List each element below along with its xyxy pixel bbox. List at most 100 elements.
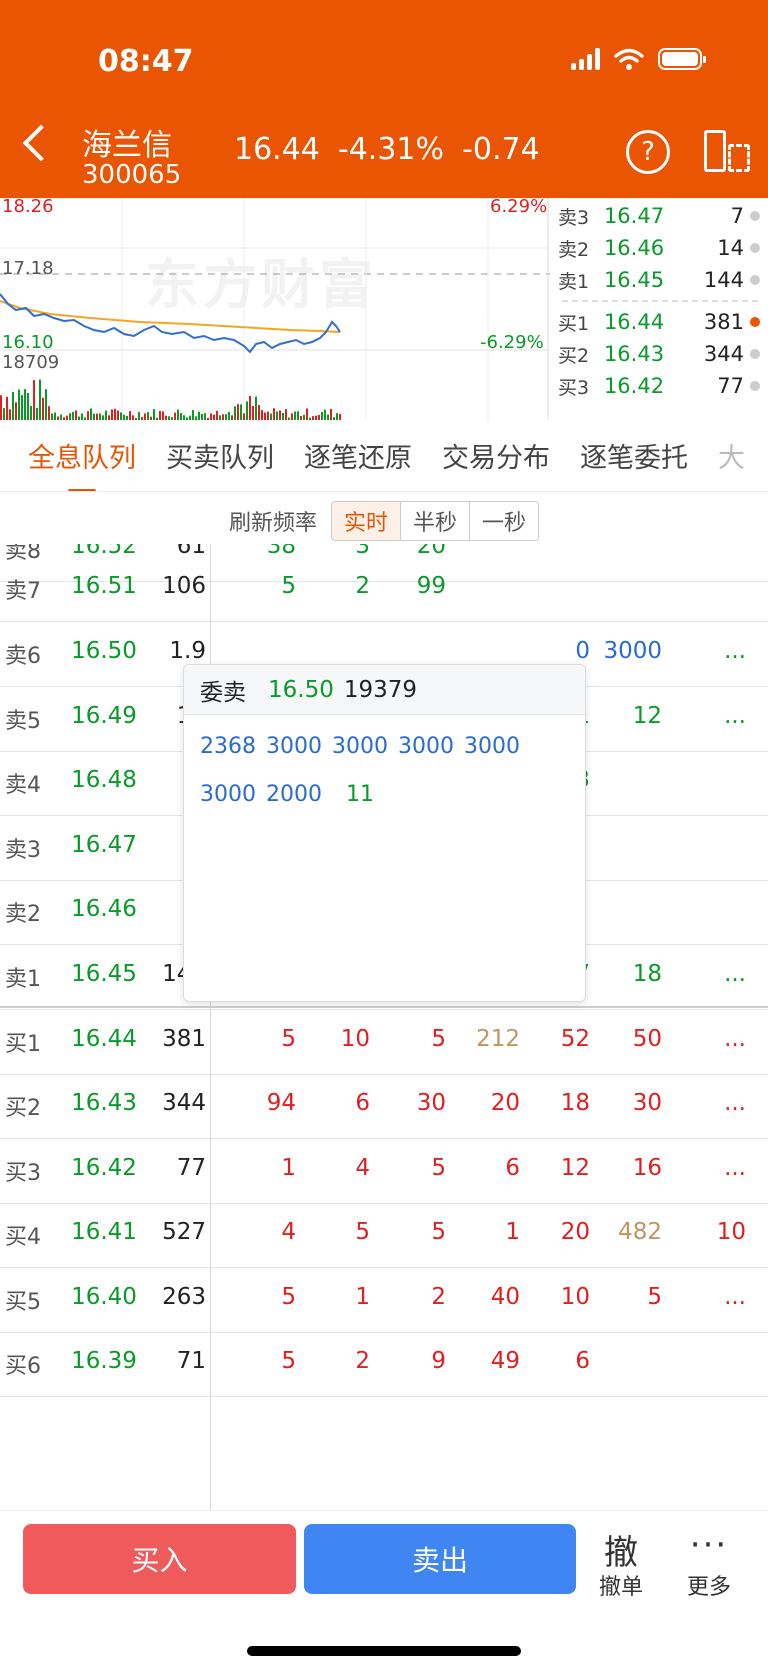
queue-order[interactable]: 9 [386, 1348, 446, 1374]
queue-order[interactable]: 4 [310, 1155, 370, 1181]
book-price: 16.46 [603, 236, 665, 260]
queue-order[interactable]: ... [686, 1284, 746, 1310]
queue-order[interactable]: 5 [236, 573, 296, 599]
book-row[interactable]: 买1 16.44 381 [552, 306, 768, 338]
tab-5[interactable]: 大 [718, 436, 745, 475]
queue-order[interactable]: ... [686, 1090, 746, 1116]
volume-bar [216, 410, 218, 420]
book-label: 买3 [558, 376, 590, 399]
tab-1[interactable]: 买卖队列 [166, 436, 274, 475]
layout-switch-icon[interactable] [704, 130, 750, 172]
queue-order[interactable]: ... [686, 1026, 746, 1052]
intraday-chart[interactable]: 东方财富 18.26 6.29% 17.18 16.10 -6.29% 1870… [0, 198, 550, 420]
queue-order[interactable]: 10 [530, 1284, 590, 1310]
refresh-option-2[interactable]: 一秒 [470, 502, 538, 540]
queue-order[interactable]: ... [686, 1155, 746, 1181]
sell-button[interactable]: 卖出 [304, 1524, 576, 1594]
queue-order[interactable]: 5 [236, 1284, 296, 1310]
queue-order[interactable]: 0 [530, 638, 590, 664]
queue-row[interactable]: 卖7 16.51 106 5 2 99 [0, 554, 768, 622]
sell-orders-popup[interactable]: 委卖 16.50 19379 2368 3000 3000 3000 3000 3000 2… [183, 664, 586, 1002]
queue-order[interactable]: 50 [602, 1026, 662, 1052]
buy-button[interactable]: 买入 [23, 1524, 296, 1594]
queue-order[interactable]: 12 [602, 703, 662, 729]
queue-order[interactable]: 10 [310, 1026, 370, 1052]
book-row[interactable]: 卖1 16.45 144 [552, 264, 768, 296]
more-button[interactable]: ··· 更多 [664, 1525, 754, 1601]
tab-4[interactable]: 逐笔委托 [580, 436, 688, 475]
queue-order[interactable]: 6 [310, 1090, 370, 1116]
queue-order[interactable]: 5 [386, 1155, 446, 1181]
cancel-order-button[interactable]: 撤 撤单 [576, 1525, 666, 1601]
queue-order[interactable]: 6 [460, 1155, 520, 1181]
queue-order[interactable]: 94 [236, 1090, 296, 1116]
queue-order[interactable]: 52 [530, 1026, 590, 1052]
queue-order[interactable]: 40 [460, 1284, 520, 1310]
book-row[interactable]: 卖3 16.47 7 [552, 200, 768, 232]
queue-order[interactable]: 2 [310, 1348, 370, 1374]
queue-order[interactable]: 5 [236, 1348, 296, 1374]
queue-row[interactable]: 买4 16.41 527 4 5 5 1 20 482 10 [0, 1200, 768, 1268]
volume-bar [282, 412, 284, 420]
back-icon[interactable] [22, 124, 60, 162]
queue-order[interactable]: ... [686, 638, 746, 664]
queue-order[interactable]: 20 [460, 1090, 520, 1116]
queue-order[interactable]: 16 [602, 1155, 662, 1181]
queue-order[interactable]: 6 [530, 1348, 590, 1374]
queue-order[interactable]: 5 [236, 1026, 296, 1052]
book-row[interactable]: 买2 16.43 344 [552, 338, 768, 370]
volume-bar [336, 413, 338, 420]
home-indicator[interactable] [247, 1646, 521, 1656]
queue-row[interactable]: 买1 16.44 381 5 10 5 212 52 50... [0, 1007, 768, 1075]
queue-price: 16.39 [71, 1348, 137, 1374]
queue-order[interactable]: 18 [530, 1090, 590, 1116]
queue-row[interactable]: 买2 16.43 344 94 6 30 20 18 30... [0, 1071, 768, 1139]
queue-price: 16.40 [71, 1284, 137, 1310]
queue-row[interactable]: 买5 16.40 263 5 1 2 40 10 5... [0, 1265, 768, 1333]
queue-order[interactable]: 5 [602, 1284, 662, 1310]
queue-order[interactable]: 5 [386, 1219, 446, 1245]
help-icon[interactable]: ? [626, 130, 670, 174]
refresh-option-1[interactable]: 半秒 [401, 502, 471, 540]
tab-0[interactable]: 全息队列 [28, 436, 136, 491]
volume-bar [255, 396, 257, 420]
queue-order[interactable]: 12 [530, 1155, 590, 1181]
queue-order[interactable]: 1 [310, 1284, 370, 1310]
refresh-options: 实时 半秒 一秒 [330, 501, 540, 541]
queue-order[interactable]: 10 [686, 1219, 746, 1245]
queue-order[interactable]: 49 [460, 1348, 520, 1374]
volume-bar [324, 409, 326, 420]
queue-order[interactable]: 1 [236, 1155, 296, 1181]
queue-order[interactable]: 5 [386, 1026, 446, 1052]
volume-bar [105, 410, 107, 420]
queue-order[interactable]: 99 [386, 573, 446, 599]
queue-order[interactable]: 212 [460, 1026, 520, 1052]
queue-order[interactable]: 3000 [602, 638, 662, 664]
book-row[interactable]: 卖2 16.46 14 [552, 232, 768, 264]
tab-3[interactable]: 交易分布 [442, 436, 550, 475]
chart-high: 18.26 [2, 198, 54, 217]
queue-order[interactable]: 4 [236, 1219, 296, 1245]
refresh-option-0[interactable]: 实时 [331, 502, 401, 540]
queue-row[interactable]: 买6 16.39 71 5 2 9 49 6 [0, 1329, 768, 1397]
queue-order[interactable]: 18 [602, 961, 662, 987]
queue-order[interactable]: 20 [530, 1219, 590, 1245]
queue-order[interactable]: ... [686, 961, 746, 987]
tab-2[interactable]: 逐笔还原 [304, 436, 412, 475]
queue-order[interactable]: ... [686, 703, 746, 729]
queue-order[interactable]: 2 [386, 1284, 446, 1310]
book-row[interactable]: 买3 16.42 77 [552, 370, 768, 402]
queue-order[interactable]: 5 [310, 1219, 370, 1245]
queue-row[interactable]: 买3 16.42 77 1 4 5 6 12 16... [0, 1136, 768, 1204]
popup-order: 3000 [398, 734, 454, 759]
queue-label: 卖5 [5, 709, 41, 734]
queue-order[interactable]: 482 [602, 1219, 662, 1245]
book-volume: 7 [730, 204, 744, 228]
queue-order[interactable]: 30 [602, 1090, 662, 1116]
volume-bar [147, 412, 149, 420]
order-book[interactable]: 卖3 16.47 7 卖2 16.46 14 卖1 16.45 144 买1 16.44 381 买2… [552, 198, 768, 420]
queue-price: 16.44 [71, 1026, 137, 1052]
queue-order[interactable]: 2 [310, 573, 370, 599]
queue-order[interactable]: 1 [460, 1219, 520, 1245]
queue-order[interactable]: 30 [386, 1090, 446, 1116]
